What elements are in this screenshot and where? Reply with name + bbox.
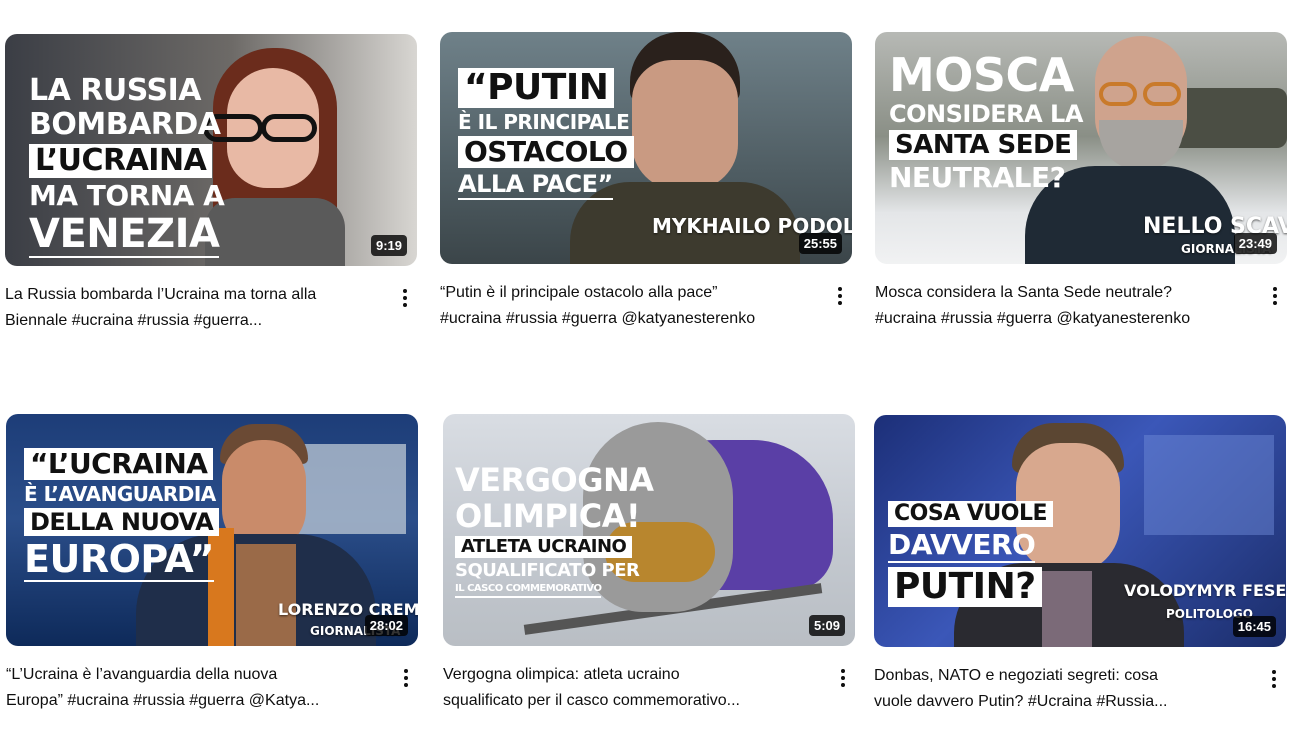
more-vert-icon[interactable] xyxy=(828,282,852,310)
title-line: La Russia bombarda l’Ucraina ma torna al… xyxy=(5,286,317,303)
duration-badge: 16:45 xyxy=(1232,616,1276,637)
duration-badge: 9:19 xyxy=(370,235,407,256)
video-meta: Mosca considera la Santa Sede neutrale? … xyxy=(875,280,1287,340)
thumbnail-headline: “L’Ucraina è l’avanguardia della nuova E… xyxy=(24,448,220,586)
thumbnail-headline: “Putin è il principale ostacolo alla pac… xyxy=(458,68,634,204)
headline-line: olimpica! xyxy=(455,497,641,535)
headline-line: della nuova xyxy=(24,508,220,536)
headline-line: Putin? xyxy=(888,567,1042,607)
presenter-figure xyxy=(203,48,345,266)
title-line: “L’Ucraina è l’avanguardia della nuova xyxy=(6,666,278,683)
video-thumbnail[interactable]: “Putin è il principale ostacolo alla pac… xyxy=(440,32,852,264)
video-thumbnail[interactable]: Vergogna olimpica! Atleta ucraino squali… xyxy=(443,414,855,646)
headline-line: Atleta ucraino xyxy=(455,536,633,558)
more-vert-icon[interactable] xyxy=(394,664,418,692)
headline-line: l’Ucraina xyxy=(29,144,213,178)
duration-badge: 23:49 xyxy=(1233,233,1277,254)
headline-line: ostacolo xyxy=(458,136,634,168)
guest-name-caption: Volodymyr Fesenko xyxy=(1124,581,1286,600)
headline-line: “Putin xyxy=(458,68,615,108)
title-line: Europa” #ucraina #russia #guerra @Katya.… xyxy=(6,692,320,709)
thumbnail-headline: Vergogna olimpica! Atleta ucraino squali… xyxy=(455,464,654,602)
more-vert-icon[interactable] xyxy=(393,284,417,312)
title-line: Mosca considera la Santa Sede neutrale? xyxy=(875,284,1173,301)
title-line: Biennale #ucraina #russia #guerra... xyxy=(5,312,263,329)
duration-badge: 5:09 xyxy=(808,615,845,636)
video-title[interactable]: Vergogna olimpica: atleta ucraino squali… xyxy=(443,662,823,714)
title-line: Donbas, NATO e negoziati segreti: cosa xyxy=(874,667,1158,684)
video-title[interactable]: “L’Ucraina è l’avanguardia della nuova E… xyxy=(6,662,386,714)
video-title[interactable]: Mosca considera la Santa Sede neutrale? … xyxy=(875,280,1255,332)
headline-line: è il principale xyxy=(458,110,630,134)
headline-line: “L’Ucraina xyxy=(24,448,214,480)
headline-line: considera la xyxy=(889,100,1083,128)
title-line: “Putin è il principale ostacolo alla pac… xyxy=(440,284,718,301)
video-thumbnail[interactable]: Mosca considera la Santa Sede neutrale? … xyxy=(875,32,1287,264)
title-line: #ucraina #russia #guerra @katyanesterenk… xyxy=(440,310,756,327)
headline-line: alla pace” xyxy=(458,170,613,200)
headline-line: Venezia xyxy=(29,211,220,258)
thumbnail-headline: La Russia bombarda l’Ucraina ma torna a … xyxy=(29,73,225,262)
video-thumbnail[interactable]: La Russia bombarda l’Ucraina ma torna a … xyxy=(5,34,417,266)
video-title[interactable]: “Putin è il principale ostacolo alla pac… xyxy=(440,280,820,332)
video-meta: Vergogna olimpica: atleta ucraino squali… xyxy=(443,662,855,722)
headline-line: Europa” xyxy=(24,537,215,582)
title-line: #ucraina #russia #guerra @katyanesterenk… xyxy=(875,310,1191,327)
video-meta: Donbas, NATO e negoziati segreti: cosa v… xyxy=(874,663,1286,723)
headline-line: bombarda xyxy=(29,107,221,142)
headline-line: Santa Sede xyxy=(889,130,1078,160)
headline-line: Mosca xyxy=(889,48,1074,102)
video-thumbnail[interactable]: Cosa vuole davvero Putin? Volodymyr Fese… xyxy=(874,415,1286,647)
more-vert-icon[interactable] xyxy=(1262,665,1286,693)
video-thumbnail[interactable]: “L’Ucraina è l’avanguardia della nuova E… xyxy=(6,414,418,646)
video-title[interactable]: Donbas, NATO e negoziati segreti: cosa v… xyxy=(874,663,1254,715)
duration-badge: 28:02 xyxy=(364,615,408,636)
headline-line: neutrale? xyxy=(889,161,1066,194)
title-line: squalificato per il casco commemorativo.… xyxy=(443,692,740,709)
more-vert-icon[interactable] xyxy=(1263,282,1287,310)
headline-line: il casco commemorativo xyxy=(455,584,602,598)
title-line: Vergogna olimpica: atleta ucraino xyxy=(443,666,680,683)
headline-line: ma torna a xyxy=(29,179,225,212)
headline-line: Vergogna xyxy=(455,461,654,499)
thumbnail-headline: Cosa vuole davvero Putin? xyxy=(888,501,1054,611)
headline-line: La Russia xyxy=(29,73,201,108)
headline-line: squalificato per xyxy=(455,560,640,581)
headline-line: è l’avanguardia xyxy=(24,482,216,506)
title-line: vuole davvero Putin? #Ucraina #Russia... xyxy=(874,693,1168,710)
headline-line: Cosa vuole xyxy=(888,501,1054,527)
video-meta: La Russia bombarda l’Ucraina ma torna al… xyxy=(5,282,417,342)
video-meta: “L’Ucraina è l’avanguardia della nuova E… xyxy=(6,662,418,722)
video-meta: “Putin è il principale ostacolo alla pac… xyxy=(440,280,852,340)
headline-line: davvero xyxy=(888,528,1036,563)
more-vert-icon[interactable] xyxy=(831,664,855,692)
thumbnail-headline: Mosca considera la Santa Sede neutrale? xyxy=(889,52,1083,196)
duration-badge: 25:55 xyxy=(798,233,842,254)
video-title[interactable]: La Russia bombarda l’Ucraina ma torna al… xyxy=(5,282,385,334)
